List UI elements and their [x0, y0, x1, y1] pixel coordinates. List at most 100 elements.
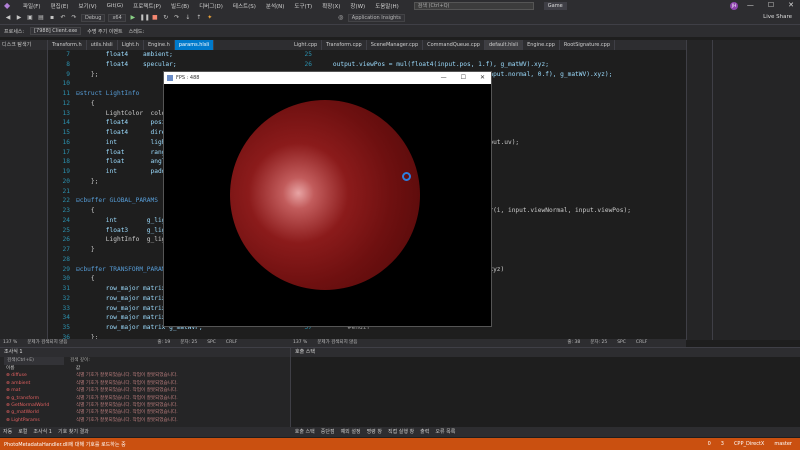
line-number: 30 — [62, 275, 70, 283]
menu-test[interactable]: 테스트(S) — [228, 2, 261, 10]
menu-view[interactable]: 보기(V) — [73, 2, 101, 10]
new-file-icon[interactable]: ▣ — [26, 14, 34, 22]
pause-icon[interactable]: ❚❚ — [140, 14, 150, 22]
platform-select[interactable]: x64 — [108, 14, 126, 22]
tab-scenemanager-cpp[interactable]: SceneManager.cpp — [367, 40, 424, 50]
tab-find-symbol[interactable]: 기호 찾기 결과 — [55, 427, 92, 437]
fire-icon[interactable]: ✦ — [206, 14, 214, 22]
menu-extensions[interactable]: 확장(X) — [317, 2, 345, 10]
configuration-select[interactable]: Debug — [81, 14, 106, 22]
line-number: 23 — [62, 207, 70, 214]
tab-light-h[interactable]: Light.h — [118, 40, 144, 50]
watch-row[interactable]: ⊗ GetNormalWorld 식별 기호가 잘못되었습니다. 작업이 잘못되었… — [0, 402, 290, 409]
continue-icon[interactable]: ▶ — [129, 14, 137, 22]
back-icon[interactable]: ◀ — [4, 14, 12, 22]
watch-rows: ⊗ diffuse 식별 기호가 잘못되었습니다. 작업이 잘못되었습니다. ⊗ a… — [0, 372, 290, 424]
global-search-input[interactable]: 검색 (Ctrl+Q) — [413, 2, 534, 10]
watch-row[interactable]: ⊗ LightParams 식별 기호가 잘못되었습니다. 작업이 잘못되었습니다… — [0, 417, 290, 424]
tab-transform-h[interactable]: Transform.h — [48, 40, 87, 50]
tab-locals[interactable]: 로컬 — [15, 427, 30, 437]
insights-icon[interactable]: ◎ — [337, 14, 345, 22]
save-icon[interactable]: ▪ — [48, 14, 56, 22]
menu-analyze[interactable]: 분석(N) — [261, 2, 290, 10]
tab-engine-cpp[interactable]: Engine.cpp — [523, 40, 560, 50]
tab-light-cpp[interactable]: Light.cpp — [290, 40, 323, 50]
undo-icon[interactable]: ↶ — [59, 14, 67, 22]
line-indicator: 줄: 38 — [567, 340, 581, 345]
menu-debug[interactable]: 디버그(D) — [194, 2, 228, 10]
game-window-titlebar[interactable]: FPS : 488 — ☐ ✕ — [164, 72, 491, 84]
error-count[interactable]: 0 — [708, 441, 711, 447]
redo-icon[interactable]: ↷ — [70, 14, 78, 22]
avatar[interactable]: JH — [730, 2, 738, 10]
watch-row[interactable]: ⊗ ambient 식별 기호가 잘못되었습니다. 작업이 잘못되었습니다. — [0, 380, 290, 387]
project-name[interactable]: CPP_DirectX — [734, 441, 764, 447]
step-over-icon[interactable]: ↷ — [173, 14, 181, 22]
tab-transform-cpp[interactable]: Transform.cpp — [322, 40, 367, 50]
warning-count[interactable]: 3 — [721, 441, 724, 447]
menu-window[interactable]: 창(W) — [345, 2, 370, 10]
issues-status[interactable]: 문제가 검색되지 않음 — [27, 339, 67, 347]
tab-default-hlsli[interactable]: default.hlsli — [484, 40, 524, 50]
minimize-icon[interactable]: — — [747, 1, 754, 9]
tab-commandqueue-cpp[interactable]: CommandQueue.cpp — [423, 40, 485, 50]
watch-row[interactable]: ⊗ g_matWorld 식별 기호가 잘못되었습니다. 작업이 잘못되었습니다. — [0, 409, 290, 416]
tab-utils-hlsli[interactable]: utils.hlsli — [87, 40, 118, 50]
tab-call-stack[interactable]: 호출 스택 — [292, 427, 318, 437]
forward-icon[interactable]: ▶ — [15, 14, 23, 22]
watch-search-input[interactable]: 검색(Ctrl+E) — [4, 357, 64, 365]
watch-row[interactable]: ⊗ g_transform 식별 기호가 잘못되었습니다. 작업이 잘못되었습니다… — [0, 395, 290, 402]
restart-icon[interactable]: ↻ — [162, 14, 170, 22]
menu-build[interactable]: 빌드(B) — [166, 2, 194, 10]
zoom-level[interactable]: 137 % — [293, 339, 307, 347]
issues-status[interactable]: 문제가 검색되지 않음 — [317, 339, 357, 347]
application-insights-button[interactable]: Application Insights — [347, 14, 405, 22]
stop-icon[interactable]: ■ — [151, 14, 159, 22]
line-number: 31 — [62, 285, 70, 292]
tab-output[interactable]: 출력 — [417, 427, 432, 437]
menu-project[interactable]: 프로젝트(P) — [128, 2, 166, 10]
tab-exception-settings[interactable]: 예외 설정 — [338, 427, 364, 437]
tab-immediate-window[interactable]: 직접 실행 창 — [385, 427, 417, 437]
game-window[interactable]: FPS : 488 — ☐ ✕ — [163, 71, 492, 327]
tab-command-window[interactable]: 명령 창 — [364, 427, 385, 437]
process-select[interactable]: [7988] Client.exe — [30, 27, 82, 35]
watch-name: ⊗ g_transform — [6, 395, 40, 401]
close-icon[interactable]: ✕ — [480, 74, 485, 81]
line-number: 24 — [62, 216, 70, 224]
lifecycle-events-button[interactable]: 수명 주기 이벤트 — [87, 28, 122, 35]
solution-explorer-tab[interactable]: 디스크 탐색기 — [0, 40, 47, 50]
code-line: float4 ambient; — [76, 51, 173, 58]
status-bar: PhotoMetadataHandler.dll에 대해 기호를 로드하는 중 … — [0, 438, 800, 450]
line-ending-indicator: CRLF — [225, 340, 238, 345]
git-branch[interactable]: master — [774, 441, 792, 447]
zoom-level[interactable]: 137 % — [3, 339, 17, 347]
maximize-icon[interactable]: ☐ — [461, 74, 466, 81]
menu-edit[interactable]: 편집(E) — [46, 2, 74, 10]
close-icon[interactable]: ✕ — [788, 1, 794, 9]
line-numbers: 7 8 9 10 11 12 13 14 15 16 17 18 19 20 21 22 23 24 25 26 27 2… — [48, 50, 70, 341]
tab-params-hlsli[interactable]: params.hlsli — [174, 40, 215, 50]
menu-tools[interactable]: 도구(T) — [289, 2, 317, 10]
menu-git[interactable]: Git(G) — [102, 3, 129, 9]
step-into-icon[interactable]: ↓ — [184, 14, 192, 22]
tab-watch[interactable]: 조사식 1 — [30, 427, 55, 437]
tab-breakpoints[interactable]: 중단점 — [318, 427, 338, 437]
step-out-icon[interactable]: ↑ — [195, 14, 203, 22]
line-number: 26 — [62, 236, 70, 244]
tab-engine-h[interactable]: Engine.h — [144, 40, 175, 50]
open-icon[interactable]: ▤ — [37, 14, 45, 22]
watch-row[interactable]: ⊗ mat 식별 기호가 잘못되었습니다. 작업이 잘못되었습니다. — [0, 387, 290, 394]
menu-help[interactable]: 도움말(H) — [370, 2, 404, 10]
tab-error-list[interactable]: 오류 목록 — [432, 427, 458, 437]
maximize-icon[interactable]: ☐ — [768, 1, 774, 9]
watch-value: 식별 기호가 잘못되었습니다. 작업이 잘못되었습니다. — [76, 402, 178, 408]
live-share-button[interactable]: Live Share — [763, 14, 792, 20]
minimize-icon[interactable]: — — [441, 74, 447, 81]
tab-rootsignature-cpp[interactable]: RootSignature.cpp — [560, 40, 616, 50]
tab-auto[interactable]: 자동 — [0, 427, 15, 437]
line-number: 19 — [62, 168, 70, 175]
watch-row[interactable]: ⊗ diffuse 식별 기호가 잘못되었습니다. 작업이 잘못되었습니다. — [0, 372, 290, 379]
column-indicator: 문자: 25 — [590, 340, 608, 345]
menu-file[interactable]: 파일(F) — [18, 2, 46, 10]
